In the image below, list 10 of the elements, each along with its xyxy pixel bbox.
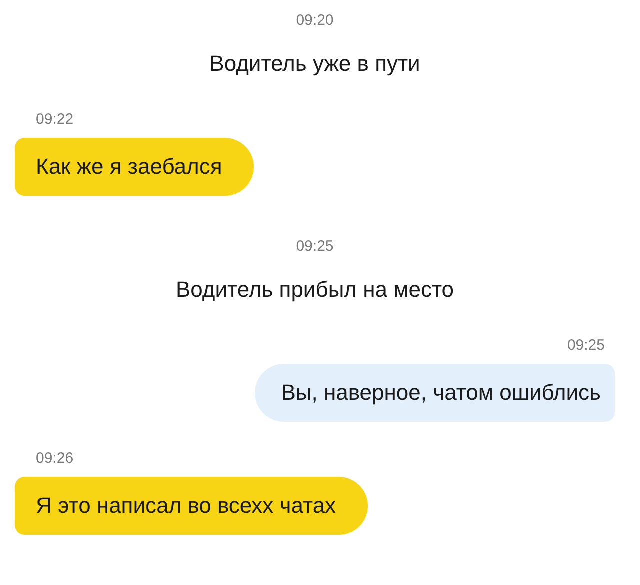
message-time: 09:22 [36, 111, 74, 128]
message-bubble: Вы, наверное, чатом ошиблись [255, 364, 615, 422]
message-time: 09:26 [36, 450, 74, 467]
message-time: 09:25 [567, 337, 605, 354]
message-time: 09:20 [296, 12, 334, 29]
status-message: Водитель прибыл на место [176, 277, 454, 303]
message-time: 09:25 [296, 238, 334, 255]
status-message: Водитель уже в пути [210, 51, 420, 77]
message-bubble: Как же я заебался [15, 138, 254, 196]
message-bubble: Я это написал во всехх чатах [15, 477, 368, 535]
